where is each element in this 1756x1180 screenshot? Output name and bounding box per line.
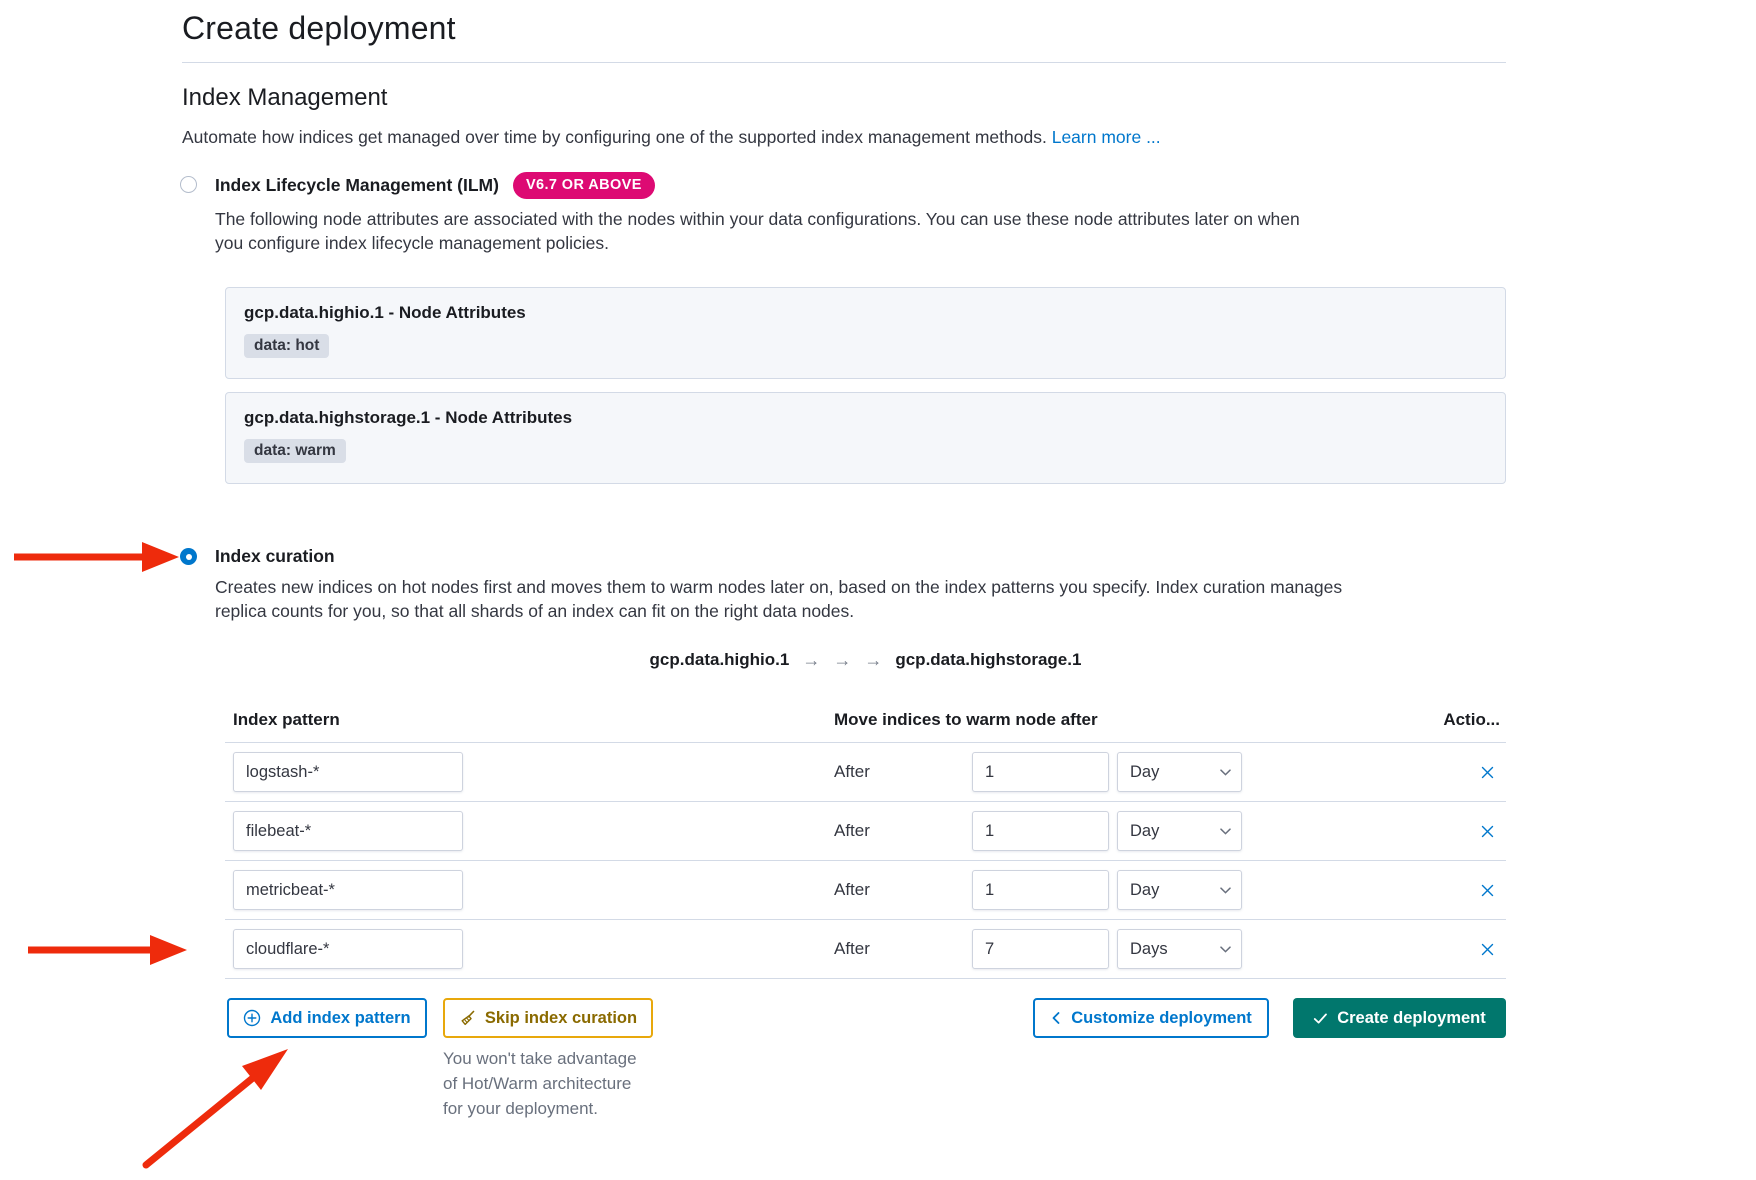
chevron-down-icon [1220, 887, 1231, 894]
ilm-option-label: Index Lifecycle Management (ILM) [215, 175, 499, 196]
broom-icon [459, 1010, 476, 1027]
customize-deployment-button[interactable]: Customize deployment [1033, 998, 1269, 1038]
ilm-radio[interactable] [180, 176, 197, 193]
curation-option-description: Creates new indices on hot nodes first a… [215, 576, 1350, 623]
flow-source-node: gcp.data.highio.1 [650, 650, 790, 670]
node-attribute-chip: data: warm [244, 439, 346, 463]
index-curation-radio[interactable] [180, 548, 197, 565]
after-value-input[interactable] [972, 870, 1109, 910]
section-description-text: Automate how indices get managed over ti… [182, 127, 1047, 147]
unit-select[interactable]: Day [1117, 870, 1242, 910]
ilm-option-description: The following node attributes are associ… [215, 208, 1320, 255]
unit-select[interactable]: Day [1117, 811, 1242, 851]
flow-arrow-icon: → [802, 651, 820, 669]
remove-row-button[interactable] [1473, 937, 1501, 961]
header-actions: Actio... [1443, 710, 1500, 730]
index-pattern-input[interactable] [233, 870, 463, 910]
add-index-pattern-button[interactable]: Add index pattern [227, 998, 427, 1038]
page-title: Create deployment [182, 10, 1506, 47]
section-heading: Index Management [182, 84, 387, 112]
node-attributes-panel: gcp.data.highstorage.1 - Node Attributes… [225, 392, 1506, 484]
index-pattern-input[interactable] [233, 811, 463, 851]
after-label: After [834, 802, 870, 860]
curation-flow: gcp.data.highio.1 → → → gcp.data.highsto… [225, 650, 1506, 670]
node-panel-title: gcp.data.highstorage.1 - Node Attributes [244, 408, 1487, 428]
unit-select-value: Day [1130, 881, 1159, 900]
after-value-input[interactable] [972, 929, 1109, 969]
unit-select-value: Day [1130, 822, 1159, 841]
chevron-down-icon [1220, 946, 1231, 953]
skip-warning-text: You won't take advantage of Hot/Warm arc… [443, 1046, 643, 1121]
skip-index-curation-label: Skip index curation [485, 1009, 637, 1028]
table-header-row: Index pattern Move indices to warm node … [225, 708, 1506, 743]
section-description: Automate how indices get managed over ti… [182, 127, 1161, 148]
after-value-input[interactable] [972, 811, 1109, 851]
radio-selected-dot [186, 554, 192, 560]
unit-select-value: Day [1130, 763, 1159, 782]
table-row: After Days [225, 920, 1506, 979]
add-index-pattern-label: Add index pattern [270, 1009, 410, 1028]
unit-select[interactable]: Day [1117, 752, 1242, 792]
unit-select[interactable]: Days [1117, 929, 1242, 969]
after-label: After [834, 861, 870, 919]
close-icon [1481, 825, 1494, 838]
annotation-arrow-index-curation [14, 542, 179, 572]
unit-select-value: Days [1130, 940, 1168, 959]
remove-row-button[interactable] [1473, 819, 1501, 843]
table-row: After Day [225, 861, 1506, 920]
after-label: After [834, 743, 870, 801]
create-deployment-button[interactable]: Create deployment [1293, 998, 1506, 1038]
header-move-indices: Move indices to warm node after [834, 710, 1098, 730]
remove-row-button[interactable] [1473, 878, 1501, 902]
chevron-down-icon [1220, 828, 1231, 835]
annotation-arrow-cloudflare-row [28, 935, 187, 965]
node-attributes-panel: gcp.data.highio.1 - Node Attributes data… [225, 287, 1506, 379]
create-deployment-page: Create deployment Index Management Autom… [0, 0, 1756, 1180]
annotation-arrow-add-pattern [146, 1049, 288, 1165]
after-label: After [834, 920, 870, 978]
close-icon [1481, 943, 1494, 956]
close-icon [1481, 884, 1494, 897]
header-index-pattern: Index pattern [233, 710, 340, 730]
version-badge: V6.7 OR ABOVE [513, 172, 655, 199]
flow-arrow-icon: → [833, 651, 851, 669]
chevron-left-icon [1050, 1011, 1062, 1025]
flow-arrow-icon: → [864, 651, 882, 669]
after-value-input[interactable] [972, 752, 1109, 792]
node-panel-title: gcp.data.highio.1 - Node Attributes [244, 303, 1487, 323]
table-row: After Day [225, 802, 1506, 861]
node-attribute-chip: data: hot [244, 334, 329, 358]
close-icon [1481, 766, 1494, 779]
table-row: After Day [225, 743, 1506, 802]
plus-in-circle-icon [243, 1009, 261, 1027]
chevron-down-icon [1220, 769, 1231, 776]
page-header: Create deployment [182, 10, 1506, 63]
skip-index-curation-button[interactable]: Skip index curation [443, 998, 653, 1038]
customize-deployment-label: Customize deployment [1071, 1009, 1252, 1028]
index-pattern-input[interactable] [233, 929, 463, 969]
index-pattern-input[interactable] [233, 752, 463, 792]
flow-target-node: gcp.data.highstorage.1 [895, 650, 1081, 670]
learn-more-link[interactable]: Learn more ... [1052, 127, 1161, 147]
index-pattern-table: Index pattern Move indices to warm node … [225, 708, 1506, 979]
curation-option-label: Index curation [215, 546, 335, 567]
check-icon [1313, 1012, 1328, 1025]
remove-row-button[interactable] [1473, 760, 1501, 784]
create-deployment-label: Create deployment [1337, 1009, 1486, 1028]
